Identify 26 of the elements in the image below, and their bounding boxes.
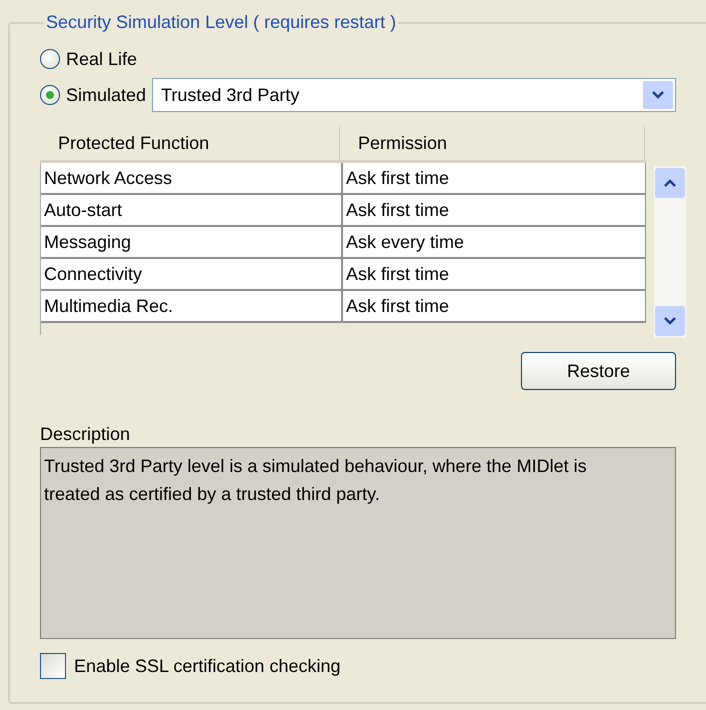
table-cell: Connectivity <box>41 259 343 289</box>
description-label: Description <box>40 424 132 445</box>
restore-button[interactable]: Restore <box>521 352 676 390</box>
table-cell: Messaging <box>41 227 343 257</box>
table-cell: Ask first time <box>343 291 646 321</box>
level-dropdown[interactable]: Trusted 3rd Party <box>152 78 676 112</box>
checkbox-label: Enable SSL certification checking <box>74 656 340 676</box>
table-cell: Ask first time <box>343 259 646 289</box>
radio-label: Real Life <box>66 48 138 70</box>
radio-button[interactable] <box>40 85 60 105</box>
scrollbar[interactable] <box>654 166 686 338</box>
table-cell: Multimedia Rec. <box>41 291 343 321</box>
scroll-up-icon <box>663 178 677 188</box>
radio-label: Simulated <box>66 84 146 106</box>
scroll-down-icon <box>663 316 677 326</box>
checkbox[interactable] <box>40 653 66 679</box>
description-text: Trusted 3rd Party level is a simulated behaviour, where the MIDlet is treated as certified by a trusted third party. <box>40 447 676 639</box>
column-header[interactable]: Protected Function <box>40 127 340 160</box>
table-cell: Ask first time <box>343 195 646 225</box>
table-cell: Network Access <box>41 163 343 193</box>
group-title: Security Simulation Level ( requires restart ) <box>45 12 398 33</box>
column-header[interactable]: Permission <box>340 127 645 160</box>
table-cell: Auto-start <box>41 195 343 225</box>
radio-button[interactable] <box>40 49 60 69</box>
table-cell: Ask every time <box>343 227 646 257</box>
table-cell: Ask first time <box>343 163 646 193</box>
